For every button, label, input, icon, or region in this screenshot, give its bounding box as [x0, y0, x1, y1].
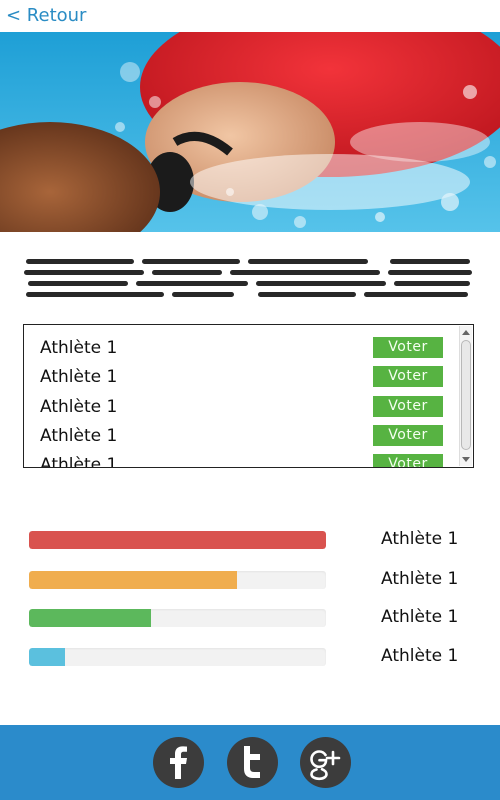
athlete-name: Athlète 1 [40, 367, 118, 387]
progress-bar [29, 609, 326, 627]
result-row: Athlète 1 [0, 568, 500, 592]
vote-button[interactable]: Voter [373, 366, 443, 387]
blurred-text-block [24, 259, 472, 297]
progress-fill [29, 609, 151, 627]
athlete-name: Athlète 1 [40, 426, 118, 446]
list-item: Athlète 1 Voter [24, 395, 459, 424]
list-item: Athlète 1 Voter [24, 336, 459, 365]
swimmer-photo [0, 32, 500, 232]
google-plus-button[interactable] [300, 737, 351, 788]
list-item: Athlète 1 Voter [24, 453, 459, 468]
scroll-thumb[interactable] [461, 340, 471, 450]
vote-button[interactable]: Voter [373, 425, 443, 446]
athlete-name: Athlète 1 [40, 397, 118, 417]
footer [0, 725, 500, 800]
scrollbar[interactable] [459, 326, 472, 466]
athlete-name: Athlète 1 [40, 338, 118, 358]
progress-bar [29, 531, 326, 549]
back-link[interactable]: < Retour [6, 5, 86, 26]
scroll-down-icon[interactable] [462, 457, 470, 462]
result-label: Athlète 1 [381, 569, 459, 589]
vote-button[interactable]: Voter [373, 454, 443, 467]
hero-image [0, 32, 500, 232]
result-row: Athlète 1 [0, 645, 500, 669]
vote-list[interactable]: Athlète 1 Voter Athlète 1 Voter Athlète … [23, 324, 474, 468]
vote-button[interactable]: Voter [373, 337, 443, 358]
vote-button[interactable]: Voter [373, 396, 443, 417]
result-row: Athlète 1 [0, 528, 500, 552]
scroll-up-icon[interactable] [462, 330, 470, 335]
google-plus-icon [310, 750, 341, 781]
result-label: Athlète 1 [381, 607, 459, 627]
athlete-name: Athlète 1 [40, 455, 118, 468]
result-label: Athlète 1 [381, 646, 459, 666]
progress-fill [29, 531, 326, 549]
facebook-button[interactable] [153, 737, 204, 788]
twitter-icon [244, 746, 260, 778]
progress-fill [29, 648, 65, 666]
top-bar: < Retour [0, 0, 500, 32]
facebook-icon [170, 746, 187, 779]
list-item: Athlète 1 Voter [24, 365, 459, 394]
twitter-button[interactable] [227, 737, 278, 788]
progress-bar [29, 571, 326, 589]
result-label: Athlète 1 [381, 529, 459, 549]
result-row: Athlète 1 [0, 606, 500, 630]
progress-bar [29, 648, 326, 666]
list-item: Athlète 1 Voter [24, 424, 459, 453]
progress-fill [29, 571, 237, 589]
